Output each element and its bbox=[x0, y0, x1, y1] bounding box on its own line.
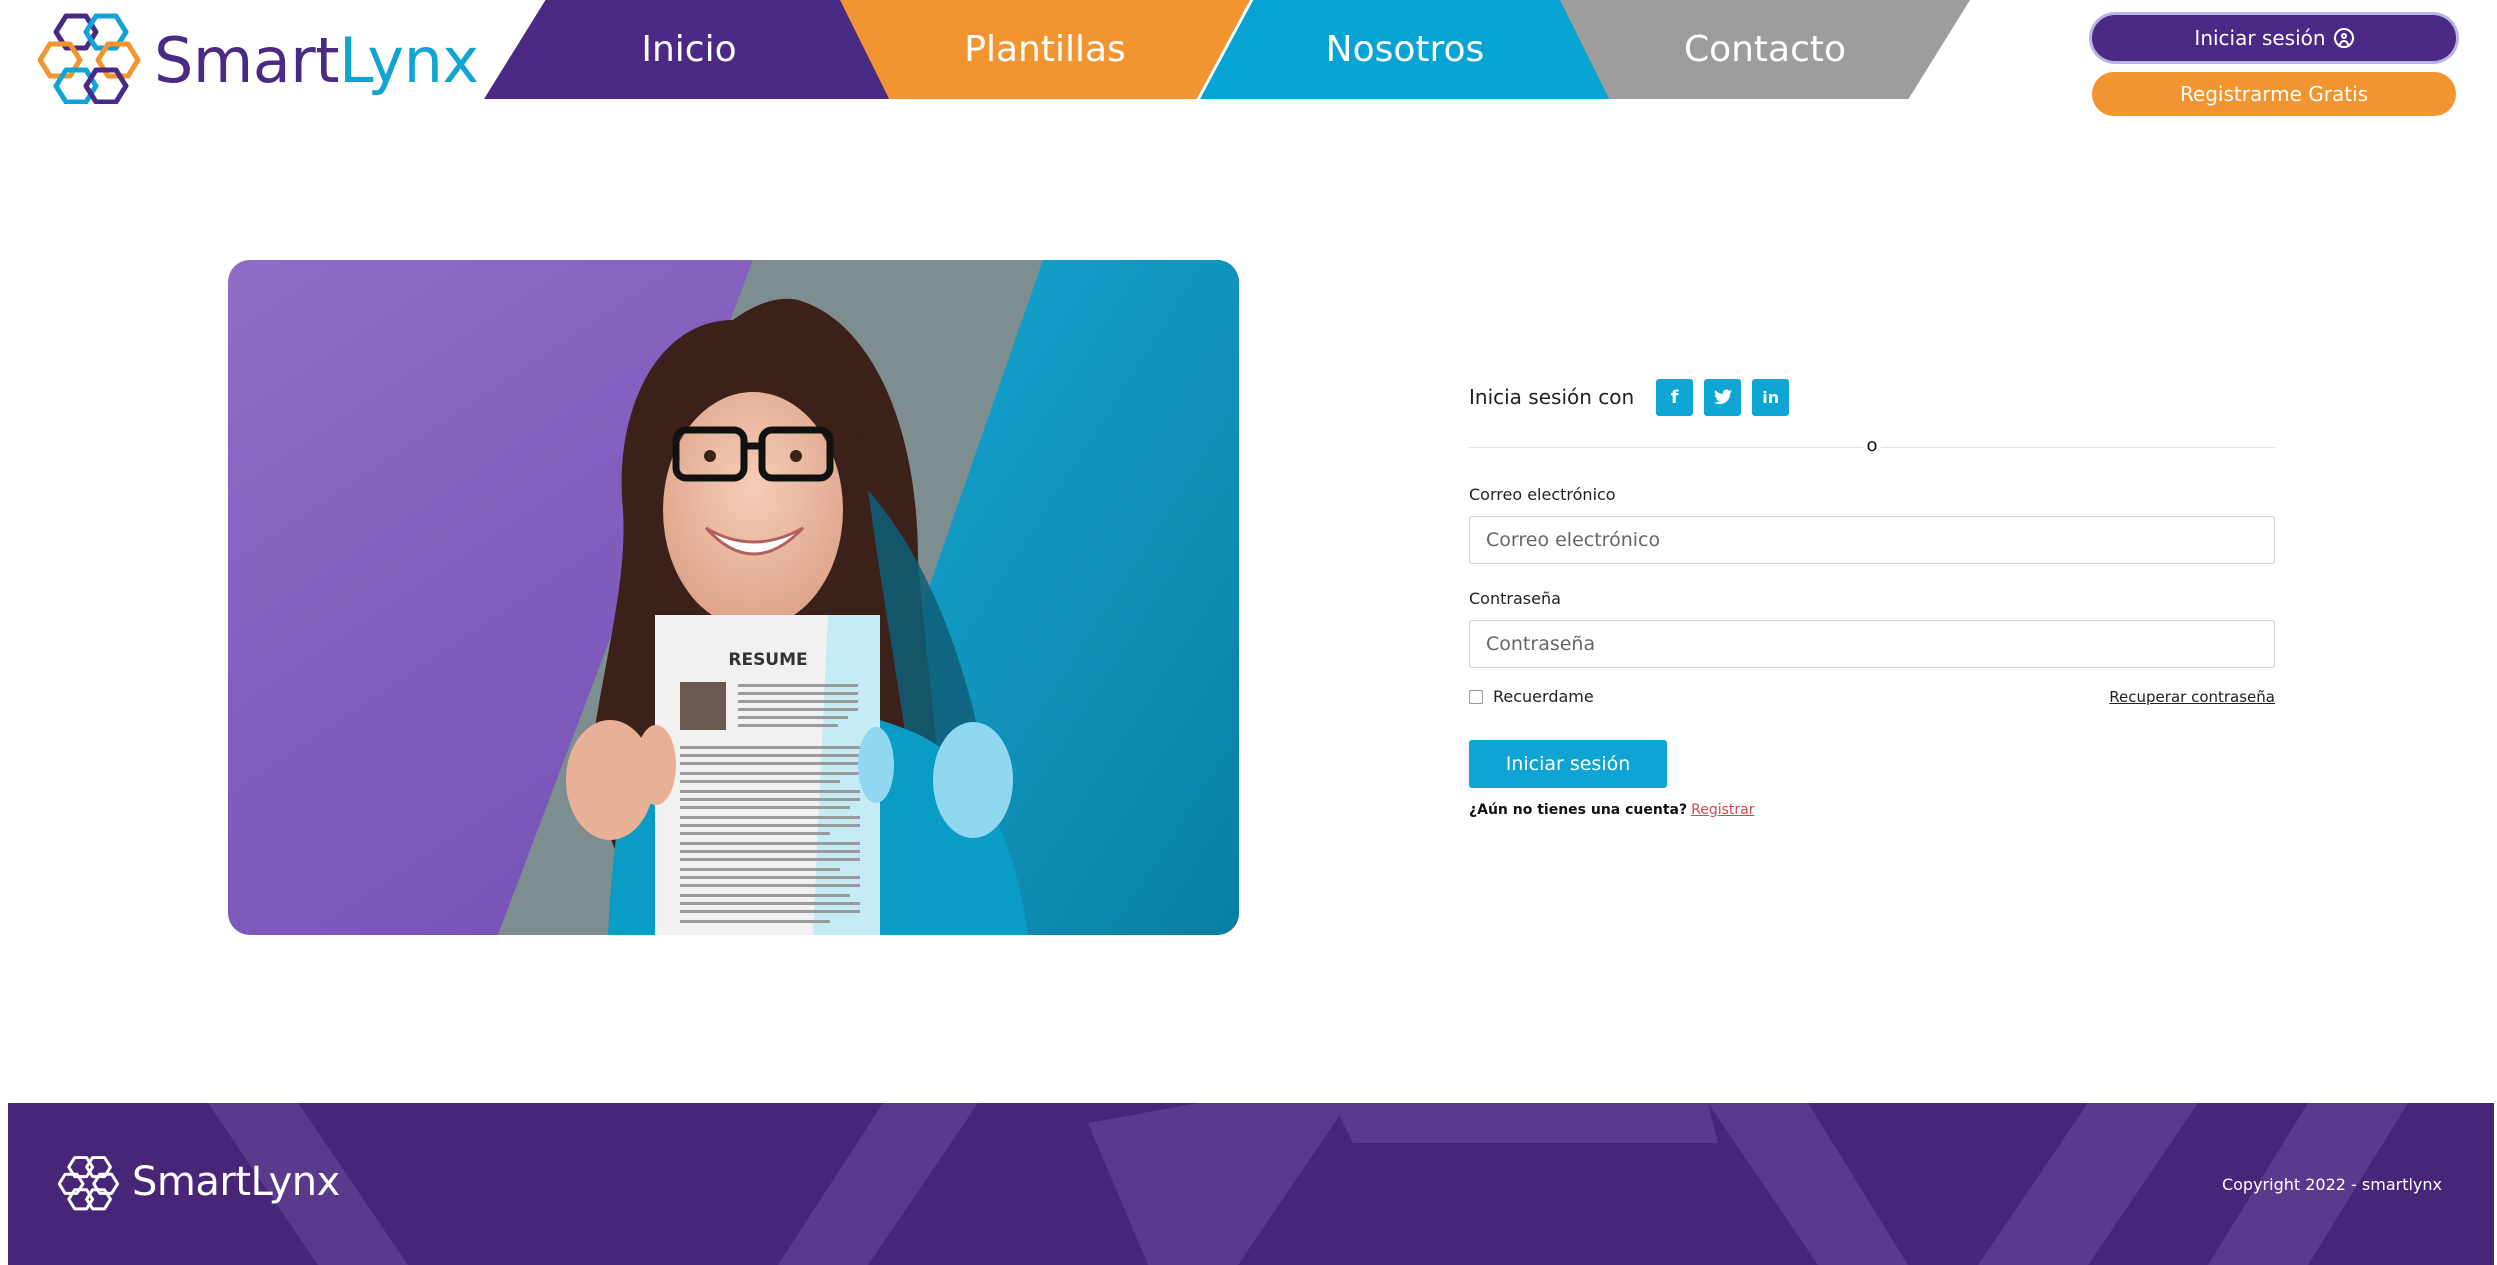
hero-image: RESUME bbox=[228, 260, 1239, 935]
email-field[interactable] bbox=[1469, 516, 2275, 564]
remember-label: Recuerdame bbox=[1493, 687, 1594, 706]
header-login-button[interactable]: Iniciar sesión bbox=[2092, 15, 2456, 61]
email-label: Correo electrónico bbox=[1469, 485, 1616, 504]
login-submit-button[interactable]: Iniciar sesión bbox=[1469, 740, 1667, 788]
site-logo[interactable]: SmartLynx bbox=[38, 10, 479, 104]
site-footer: SmartLynx Copyright 2022 - smartlynx bbox=[8, 1103, 2494, 1265]
hexagon-logo-icon bbox=[38, 13, 141, 104]
linkedin-icon: in bbox=[1762, 387, 1780, 407]
password-field[interactable] bbox=[1469, 620, 2275, 668]
nav-tab-contacto[interactable]: Contacto bbox=[1560, 0, 1970, 99]
resume-heading: RESUME bbox=[728, 650, 807, 670]
header-register-button[interactable]: Registrarme Gratis bbox=[2092, 72, 2456, 116]
remember-me[interactable]: Recuerdame bbox=[1469, 687, 1594, 706]
user-circle-icon bbox=[2333, 28, 2354, 48]
signup-prompt: ¿Aún no tienes una cuenta? Registrar bbox=[1469, 802, 1755, 818]
signup-link[interactable]: Registrar bbox=[1691, 802, 1754, 818]
linkedin-login-button[interactable]: in bbox=[1752, 378, 1790, 416]
twitter-login-button[interactable] bbox=[1704, 378, 1742, 416]
footer-logo[interactable]: SmartLynx bbox=[58, 1151, 340, 1213]
footer-decoration bbox=[208, 1103, 2408, 1265]
facebook-login-button[interactable]: f bbox=[1656, 378, 1694, 416]
main-nav: Inicio Plantillas Nosotros Contacto bbox=[478, 0, 1998, 99]
footer-brand-name: SmartLynx bbox=[132, 1159, 340, 1205]
nav-tab-nosotros[interactable]: Nosotros bbox=[1200, 0, 1610, 99]
twitter-icon bbox=[1713, 389, 1732, 405]
logo-smart: Smart bbox=[154, 24, 340, 97]
logo-wordmark: SmartLynx bbox=[154, 26, 479, 96]
recover-password-link[interactable]: Recuperar contraseña bbox=[2109, 688, 2275, 706]
header-login-label: Iniciar sesión bbox=[2194, 26, 2326, 50]
signup-prompt-text: ¿Aún no tienes una cuenta? bbox=[1469, 802, 1688, 818]
nav-tab-inicio[interactable]: Inicio bbox=[484, 0, 894, 99]
site-header: SmartLynx Inicio Plantillas Nosotros Con… bbox=[0, 0, 2497, 116]
social-login-row: Inicia sesión con f in bbox=[1469, 378, 1800, 416]
facebook-icon: f bbox=[1670, 386, 1679, 408]
remember-checkbox[interactable] bbox=[1469, 689, 1483, 704]
divider-text: o bbox=[1863, 436, 1881, 456]
copyright-text: Copyright 2022 - smartlynx bbox=[2221, 1175, 2442, 1194]
social-login-label: Inicia sesión con bbox=[1469, 385, 1635, 409]
password-label: Contraseña bbox=[1469, 589, 1561, 608]
hero-illustration: RESUME bbox=[228, 260, 1239, 935]
hexagon-logo-icon bbox=[58, 1156, 120, 1211]
logo-lynx: Lynx bbox=[339, 24, 479, 97]
nav-tab-plantillas[interactable]: Plantillas bbox=[840, 0, 1250, 99]
